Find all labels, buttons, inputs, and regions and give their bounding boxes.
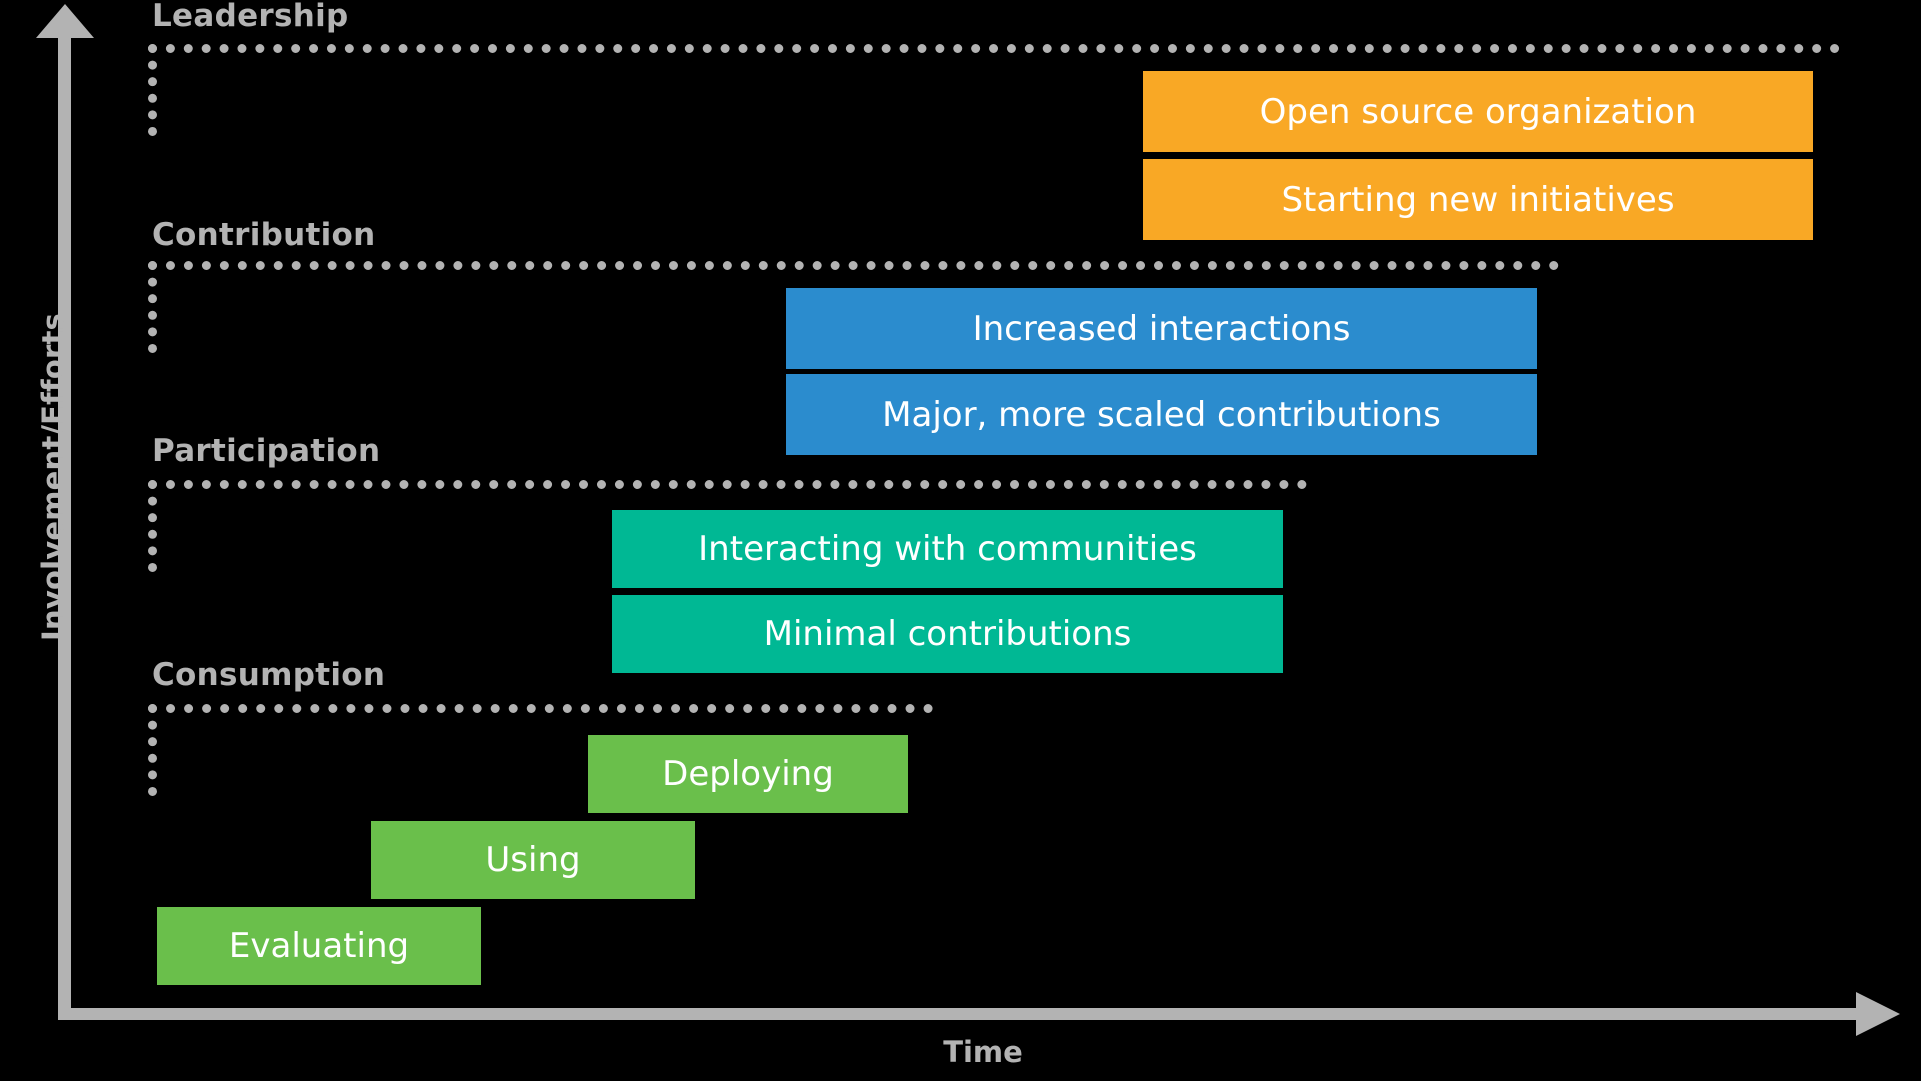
bar-interacting-with-communities[interactable]: Interacting with communities bbox=[612, 510, 1283, 588]
bar-label: Major, more scaled contributions bbox=[882, 394, 1441, 435]
bar-major-more-scaled-contributions[interactable]: Major, more scaled contributions bbox=[786, 374, 1537, 455]
bar-evaluating[interactable]: Evaluating bbox=[157, 907, 481, 985]
stage-label-leadership: Leadership bbox=[152, 0, 349, 34]
stage-label-participation: Participation bbox=[152, 433, 381, 469]
bar-label: Open source organization bbox=[1259, 91, 1697, 132]
bar-label: Increased interactions bbox=[972, 308, 1351, 349]
bar-minimal-contributions[interactable]: Minimal contributions bbox=[612, 595, 1283, 673]
bar-open-source-organization[interactable]: Open source organization bbox=[1143, 71, 1813, 152]
x-axis-arrowhead-icon bbox=[1856, 992, 1900, 1036]
engagement-maturity-diagram: Involvement/Efforts Time Leadership Open… bbox=[0, 0, 1921, 1081]
bar-label: Deploying bbox=[662, 754, 834, 794]
y-axis-label: Involvement/Efforts bbox=[36, 313, 70, 641]
bar-using[interactable]: Using bbox=[371, 821, 695, 899]
bar-deploying[interactable]: Deploying bbox=[588, 735, 908, 813]
bar-label: Minimal contributions bbox=[763, 614, 1132, 654]
bar-label: Evaluating bbox=[228, 926, 410, 966]
bar-label: Starting new initiatives bbox=[1281, 179, 1675, 220]
bar-label: Using bbox=[485, 840, 581, 880]
stage-label-contribution: Contribution bbox=[152, 217, 376, 253]
bar-label: Interacting with communities bbox=[698, 529, 1197, 569]
bar-increased-interactions[interactable]: Increased interactions bbox=[786, 288, 1537, 369]
x-axis-line bbox=[58, 1008, 1864, 1020]
stage-label-consumption: Consumption bbox=[152, 657, 386, 693]
x-axis-label: Time bbox=[943, 1035, 1023, 1069]
bar-starting-new-initiatives[interactable]: Starting new initiatives bbox=[1143, 159, 1813, 240]
